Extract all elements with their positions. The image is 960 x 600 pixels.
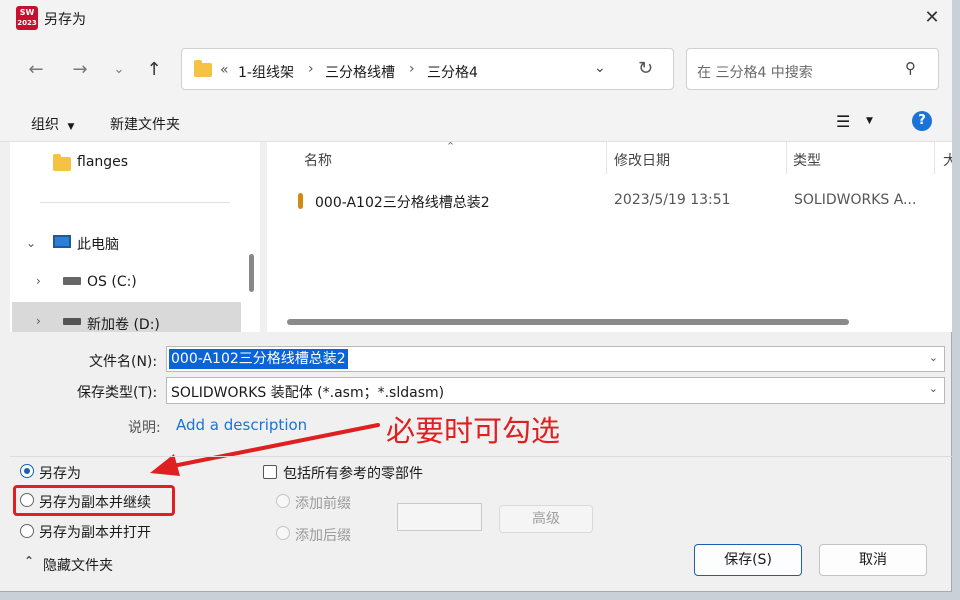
organize-label: 组织	[31, 117, 59, 133]
prefix-suffix-input[interactable]	[397, 503, 482, 531]
address-bar[interactable]: « 1-组线架 › 三分格线槽 › 三分格4 ⌄ ↻	[181, 48, 674, 90]
view-dropdown-icon[interactable]: ▼	[866, 116, 873, 126]
logo-year: 2023	[17, 19, 37, 27]
column-separator[interactable]	[606, 142, 607, 174]
filetype-label: 保存类型(T):	[77, 385, 158, 401]
refresh-icon[interactable]: ↻	[638, 58, 653, 79]
filename-label: 文件名(N):	[89, 354, 158, 370]
view-list-icon[interactable]: ☰	[836, 112, 850, 131]
add-prefix-radio[interactable]	[276, 494, 290, 508]
navigation-pane: flanges ⌄ 此电脑 › OS (C:) › 新加卷 (D:)	[10, 142, 260, 332]
include-references-checkbox[interactable]	[263, 465, 277, 479]
address-history-chevron-icon[interactable]: ⌄	[594, 60, 606, 76]
breadcrumb-item[interactable]: 三分格4	[427, 62, 478, 82]
file-list-horizontal-scrollbar[interactable]	[287, 319, 849, 325]
organize-button[interactable]: 组织 ▼	[31, 114, 74, 134]
window-title: 另存为	[44, 12, 86, 28]
file-type: SOLIDWORKS A...	[794, 192, 917, 208]
search-input[interactable]: 在 三分格4 中搜索	[697, 62, 813, 82]
column-header-date[interactable]: 修改日期	[614, 150, 670, 170]
column-header-name[interactable]: 名称	[304, 150, 332, 170]
include-references-label[interactable]: 包括所有参考的零部件	[283, 463, 423, 483]
filetype-select[interactable]: SOLIDWORKS 装配体 (*.asm；*.sldasm) ⌄	[166, 377, 945, 404]
nav-item-drive-d[interactable]: 新加卷 (D:)	[87, 314, 160, 332]
save-button[interactable]: 保存(S)	[694, 544, 802, 576]
assembly-file-icon	[298, 193, 303, 209]
expand-chevron-right-icon[interactable]: ›	[36, 314, 41, 328]
nav-item-flanges[interactable]: flanges	[77, 154, 128, 170]
section-divider	[10, 456, 952, 457]
breadcrumb-item[interactable]: 三分格线槽	[325, 62, 395, 82]
filetype-value: SOLIDWORKS 装配体 (*.asm；*.sldasm)	[171, 385, 445, 401]
filename-dropdown-icon[interactable]: ⌄	[929, 351, 938, 364]
add-suffix-label: 添加后缀	[295, 528, 351, 544]
nav-scrollbar-thumb[interactable]	[249, 254, 254, 292]
file-row[interactable]: 000-A102三分格线槽总装2 2023/5/19 13:51 SOLIDWO…	[267, 180, 952, 220]
save-as-label[interactable]: 另存为	[39, 463, 81, 483]
nav-divider	[40, 202, 230, 203]
save-copy-continue-label[interactable]: 另存为副本并继续	[39, 492, 151, 512]
computer-icon	[53, 235, 71, 248]
up-arrow-icon[interactable]: ↑	[141, 58, 167, 82]
filetype-dropdown-icon[interactable]: ⌄	[929, 382, 938, 395]
column-separator[interactable]	[934, 142, 935, 174]
file-date: 2023/5/19 13:51	[614, 192, 731, 208]
annotation-text: 必要时可勾选	[386, 414, 561, 448]
new-folder-button[interactable]: 新建文件夹	[110, 114, 180, 134]
hide-folders-button[interactable]: 隐藏文件夹	[43, 555, 113, 575]
collapse-chevron-up-icon[interactable]: ⌃	[24, 554, 34, 568]
file-list-pane: ⌃ 名称 修改日期 类型 大 000-A102三分格线槽总装2 2023/5/1…	[267, 142, 952, 332]
nav-item-this-pc[interactable]: 此电脑	[77, 234, 119, 254]
solidworks-logo-icon: SW 2023	[16, 6, 38, 30]
logo-text: SW	[19, 8, 35, 17]
column-header-size[interactable]: 大	[943, 150, 952, 170]
recent-chevron-down-icon[interactable]: ⌄	[106, 58, 132, 82]
search-icon[interactable]: ⚲	[905, 59, 916, 77]
save-copy-open-label[interactable]: 另存为副本并打开	[39, 522, 151, 542]
nav-item-drive-c[interactable]: OS (C:)	[87, 274, 137, 290]
save-as-radio[interactable]	[20, 464, 34, 478]
breadcrumb-separator-icon: ›	[409, 61, 415, 77]
advanced-button[interactable]: 高级	[499, 505, 593, 533]
add-prefix-label: 添加前缀	[295, 496, 351, 512]
save-as-dialog: SW 2023 另存为 ✕ ← → ⌄ ↑ « 1-组线架 › 三分格线槽 › …	[0, 0, 952, 592]
filename-input[interactable]: 000-A102三分格线槽总装2	[169, 349, 348, 369]
sort-ascending-icon: ⌃	[446, 142, 456, 153]
expand-chevron-down-icon[interactable]: ⌄	[26, 236, 36, 250]
drive-c-icon	[63, 277, 81, 285]
save-copy-open-radio[interactable]	[20, 524, 34, 538]
title-bar: SW 2023 另存为 ✕	[0, 0, 952, 36]
save-copy-continue-radio[interactable]	[20, 493, 34, 507]
column-separator[interactable]	[786, 142, 787, 174]
cancel-button[interactable]: 取消	[819, 544, 927, 576]
back-arrow-icon[interactable]: ←	[23, 58, 49, 82]
breadcrumb-item[interactable]: 1-组线架	[238, 62, 294, 82]
breadcrumb-separator-icon: ›	[308, 61, 314, 77]
expand-chevron-right-icon[interactable]: ›	[36, 274, 41, 288]
forward-arrow-icon[interactable]: →	[67, 58, 93, 82]
add-suffix-radio[interactable]	[276, 526, 290, 540]
drive-d-icon	[63, 318, 81, 325]
help-icon[interactable]: ?	[912, 111, 932, 131]
file-name: 000-A102三分格线槽总装2	[315, 195, 490, 211]
column-header-type[interactable]: 类型	[793, 150, 821, 170]
folder-icon	[194, 60, 212, 77]
close-icon[interactable]: ✕	[920, 6, 944, 30]
dropdown-arrow-icon: ▼	[67, 122, 75, 132]
filename-combobox[interactable]: 000-A102三分格线槽总装2 ⌄	[166, 346, 945, 372]
breadcrumb-overflow[interactable]: «	[220, 62, 229, 78]
search-box[interactable]: 在 三分格4 中搜索 ⚲	[686, 48, 939, 90]
folder-icon	[53, 154, 71, 171]
